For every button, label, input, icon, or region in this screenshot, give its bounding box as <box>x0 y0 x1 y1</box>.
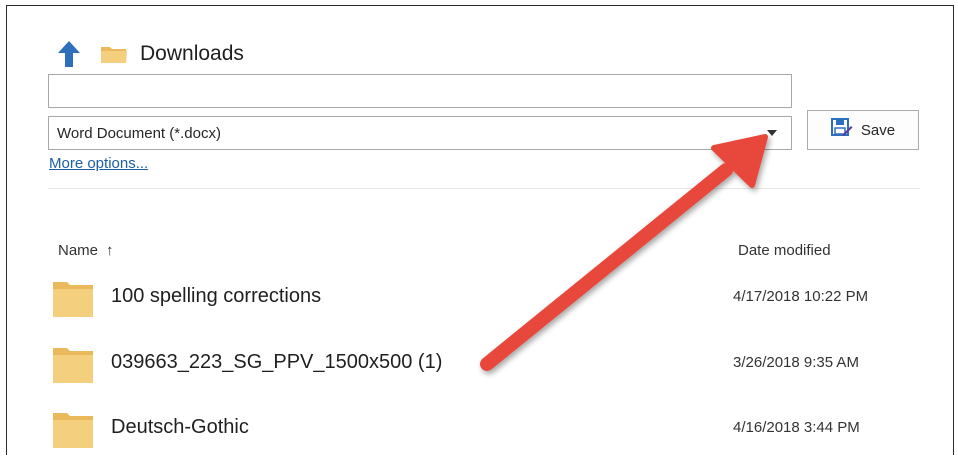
folder-icon <box>100 43 128 65</box>
folder-icon <box>52 280 94 318</box>
file-name: 039663_223_SG_PPV_1500x500 (1) <box>111 351 443 373</box>
file-date: 4/17/2018 10:22 PM <box>733 288 869 305</box>
column-header-date-modified[interactable]: Date modified <box>738 242 831 259</box>
column-name-label: Name <box>58 242 99 259</box>
divider <box>48 188 920 189</box>
save-icon <box>830 118 853 142</box>
file-date: 4/16/2018 3:44 PM <box>733 419 860 436</box>
folder-icon <box>52 411 94 449</box>
file-name: Deutsch-Gothic <box>111 416 249 438</box>
file-type-value: Word Document (*.docx) <box>57 124 221 142</box>
file-date: 3/26/2018 9:35 AM <box>733 354 859 371</box>
column-header-name[interactable]: Name ↑ <box>58 242 114 259</box>
list-item[interactable]: 039663_223_SG_PPV_1500x500 (1) 3/26/2018… <box>48 338 920 394</box>
file-name: 100 spelling corrections <box>111 285 322 307</box>
list-item[interactable]: Deutsch-Gothic 4/16/2018 3:44 PM <box>48 403 920 459</box>
file-name-input[interactable] <box>48 74 792 108</box>
sort-ascending-icon: ↑ <box>106 242 114 259</box>
up-arrow-icon[interactable] <box>56 39 82 69</box>
location-bar: Downloads <box>56 36 244 72</box>
file-type-dropdown[interactable]: Word Document (*.docx) <box>48 116 792 150</box>
save-button[interactable]: Save <box>807 110 919 150</box>
chevron-down-icon <box>767 130 777 136</box>
list-item[interactable]: 100 spelling corrections 4/17/2018 10:22… <box>48 272 920 328</box>
more-options-link[interactable]: More options... <box>49 155 148 172</box>
folder-icon <box>52 346 94 384</box>
location-title: Downloads <box>140 42 244 65</box>
save-button-label: Save <box>860 121 896 139</box>
